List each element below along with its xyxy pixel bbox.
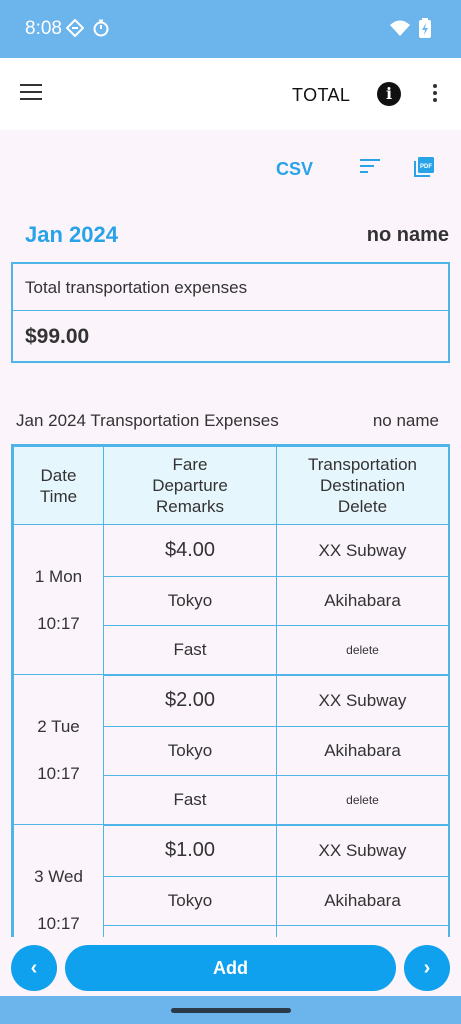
more-options-icon[interactable] — [433, 84, 439, 104]
next-month-button[interactable]: › — [404, 945, 450, 991]
table-row[interactable]: 2 Tue 10:17 $2.00 XX Subway — [13, 674, 448, 825]
table-row[interactable]: 3 Wed 10:17 $1.00 XX Subway — [13, 824, 448, 937]
status-bar: 8:08 — [0, 0, 461, 58]
time-label: 10:17 — [37, 763, 80, 783]
wifi-icon — [390, 20, 410, 36]
section-title: Jan 2024 Transportation Expenses — [16, 411, 279, 430]
remarks-cell[interactable] — [103, 925, 277, 937]
total-summary-card: Total transportation expenses $99.00 — [11, 262, 450, 363]
system-navigation-bar — [0, 996, 461, 1024]
expenses-table: Date Time Fare Departure Remarks Transpo… — [11, 444, 450, 937]
time-label: 10:17 — [37, 913, 80, 933]
date-label: 2 Tue — [37, 716, 80, 736]
header-fare-label: Fare Departure Remarks — [152, 455, 228, 516]
home-indicator[interactable] — [171, 1008, 291, 1013]
delete-button[interactable]: delete — [276, 775, 448, 826]
csv-button[interactable]: CSV — [276, 159, 313, 180]
destination-cell[interactable]: Akihabara — [276, 576, 448, 626]
battery-icon — [419, 18, 431, 38]
date-label: 3 Wed — [34, 866, 83, 886]
hamburger-menu-icon[interactable] — [20, 84, 42, 102]
destination-cell[interactable]: Akihabara — [276, 876, 448, 926]
pdf-icon[interactable]: PDF — [413, 156, 435, 178]
header-date-time-label: Date Time — [39, 465, 78, 506]
date-time-cell[interactable]: 1 Mon 10:17 — [13, 524, 104, 675]
add-button[interactable]: Add — [65, 945, 396, 991]
page-title: TOTAL — [292, 85, 351, 105]
fare-cell[interactable]: $2.00 — [103, 674, 277, 727]
departure-cell[interactable]: Tokyo — [103, 876, 277, 926]
owner-name[interactable]: no name — [367, 224, 449, 247]
bottom-action-bar: ‹ Add › — [0, 940, 461, 996]
delete-button[interactable] — [276, 925, 448, 937]
destination-cell[interactable]: Akihabara — [276, 726, 448, 776]
total-value: $99.00 — [25, 325, 90, 348]
status-time: 8:08 — [25, 18, 62, 39]
date-label: 1 Mon — [34, 566, 83, 586]
sync-icon — [66, 19, 84, 37]
total-label: Total transportation expenses — [13, 264, 448, 311]
header-date-time: Date Time — [13, 446, 104, 525]
app-bar: TOTAL i — [0, 58, 461, 130]
departure-cell[interactable]: Tokyo — [103, 726, 277, 776]
departure-cell[interactable]: Tokyo — [103, 576, 277, 626]
status-icons-left — [66, 19, 110, 37]
remarks-cell[interactable]: Fast — [103, 625, 277, 676]
svg-text:PDF: PDF — [420, 164, 432, 170]
chevron-left-icon: ‹ — [30, 957, 38, 979]
fare-cell[interactable]: $4.00 — [103, 524, 277, 577]
sort-icon[interactable] — [360, 159, 380, 177]
transport-cell[interactable]: XX Subway — [276, 674, 448, 727]
header-transport-destination-delete: Transportation Destination Delete — [276, 446, 448, 525]
info-icon[interactable]: i — [377, 82, 401, 106]
time-label: 10:17 — [37, 613, 80, 633]
previous-month-button[interactable]: ‹ — [11, 945, 57, 991]
timer-icon — [93, 19, 109, 37]
fare-cell[interactable]: $1.00 — [103, 824, 277, 877]
transport-cell[interactable]: XX Subway — [276, 524, 448, 577]
export-toolbar: CSV PDF — [0, 156, 461, 186]
month-title[interactable]: Jan 2024 — [25, 222, 118, 248]
header-transport-label: Transportation Destination Delete — [308, 455, 417, 516]
chevron-right-icon: › — [423, 957, 431, 979]
remarks-cell[interactable]: Fast — [103, 775, 277, 826]
date-time-cell[interactable]: 3 Wed 10:17 — [13, 824, 104, 937]
section-owner: no name — [372, 411, 439, 430]
delete-button[interactable]: delete — [276, 625, 448, 676]
table-row[interactable]: 1 Mon 10:17 $4.00 XX Subway — [13, 524, 448, 675]
status-icons-right — [389, 18, 431, 38]
header-fare-departure-remarks: Fare Departure Remarks — [103, 446, 277, 525]
transport-cell[interactable]: XX Subway — [276, 824, 448, 877]
date-time-cell[interactable]: 2 Tue 10:17 — [13, 674, 104, 825]
